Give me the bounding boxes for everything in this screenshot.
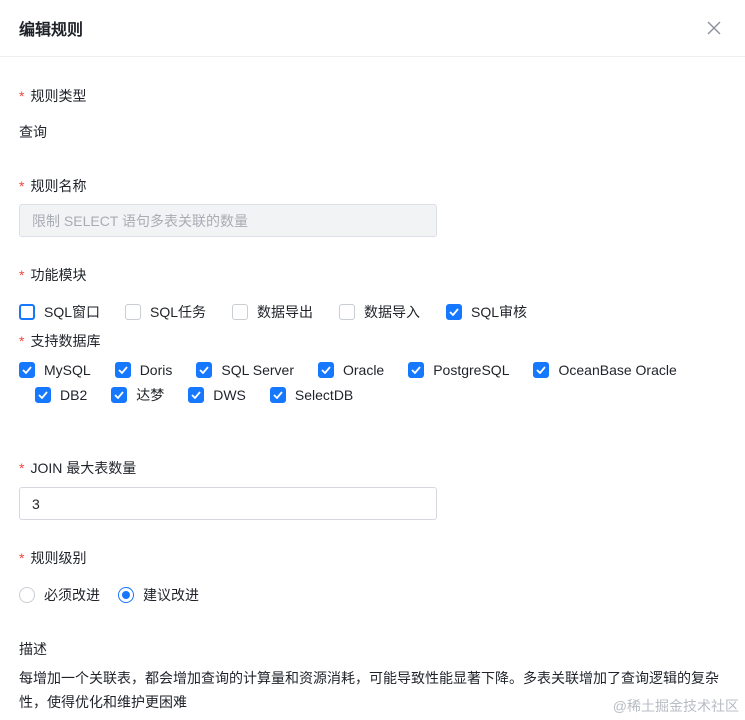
db-checkbox-doris[interactable]: Doris (114, 362, 172, 378)
module-label: * 功能模块 (19, 267, 87, 283)
check-icon[interactable] (533, 362, 550, 378)
checkbox-box[interactable] (232, 304, 249, 320)
db-checkbox-oceanbase-oracle[interactable]: OceanBase Oracle (533, 362, 677, 378)
db-checkbox-dws[interactable]: DWS (188, 387, 246, 403)
level-radio-suggest-improve[interactable]: 建议改进 (118, 585, 199, 605)
rule-name-input: 限制 SELECT 语句多表关联的数量 (19, 204, 437, 237)
module-checkbox-sql-window[interactable]: SQL窗口 (19, 302, 100, 322)
checkbox-box[interactable] (339, 304, 356, 320)
rule-type-label: * 规则类型 (19, 88, 87, 104)
checkbox-box[interactable] (125, 304, 142, 320)
check-icon[interactable] (408, 362, 425, 378)
module-checkbox-data-import[interactable]: 数据导入 (339, 302, 420, 322)
check-icon[interactable] (114, 362, 131, 378)
required-mark: * (19, 178, 25, 194)
rule-name-label: * 规则名称 (19, 178, 87, 194)
checkbox-box[interactable] (19, 304, 35, 320)
rule-type-value: 查询 (19, 124, 47, 140)
db-checkbox-selectdb[interactable]: SelectDB (269, 387, 353, 403)
level-radio-must-improve[interactable]: 必须改进 (19, 585, 100, 605)
db-checkbox-postgresql[interactable]: PostgreSQL (408, 362, 509, 378)
required-mark: * (19, 550, 25, 566)
watermark: @稀土掘金技术社区 (612, 698, 739, 714)
check-icon[interactable] (111, 387, 128, 403)
description-label: 描述 (19, 641, 47, 657)
radio-circle[interactable] (19, 587, 35, 603)
module-checkbox-sql-audit[interactable]: SQL审核 (446, 302, 527, 322)
check-icon[interactable] (188, 387, 205, 403)
database-checkbox-row-1: MySQL Doris SQL Server Oracle PostgreSQL… (19, 362, 739, 378)
check-icon[interactable] (196, 362, 213, 378)
module-checkbox-sql-task[interactable]: SQL任务 (125, 302, 206, 322)
check-icon[interactable] (317, 362, 334, 378)
db-checkbox-dameng[interactable]: 达梦 (111, 385, 164, 405)
required-mark: * (19, 460, 25, 476)
close-icon[interactable] (705, 19, 723, 37)
check-icon[interactable] (446, 304, 463, 320)
dialog-title: 编辑规则 (19, 22, 84, 39)
join-limit-input[interactable]: 3 (19, 487, 437, 520)
radio-circle-selected[interactable] (118, 587, 134, 603)
required-mark: * (19, 88, 25, 104)
level-label: * 规则级别 (19, 550, 87, 566)
db-checkbox-mysql[interactable]: MySQL (19, 362, 91, 378)
module-checkbox-data-export[interactable]: 数据导出 (232, 302, 313, 322)
check-icon[interactable] (19, 362, 35, 378)
dialog-header: 编辑规则 (0, 0, 745, 57)
required-mark: * (19, 267, 25, 283)
database-label: * 支持数据库 (19, 333, 101, 349)
check-icon[interactable] (35, 387, 51, 403)
module-checkbox-group: SQL窗口 SQL任务 数据导出 数据导入 SQL审核 (19, 302, 553, 322)
db-checkbox-oracle[interactable]: Oracle (317, 362, 384, 378)
join-limit-label: * JOIN 最大表数量 (19, 460, 137, 476)
required-mark: * (19, 333, 25, 349)
level-radio-group: 必须改进 建议改进 (19, 585, 217, 605)
check-icon[interactable] (269, 387, 286, 403)
database-checkbox-row-2: DB2 达梦 DWS SelectDB (35, 385, 353, 405)
db-checkbox-db2[interactable]: DB2 (35, 387, 87, 403)
db-checkbox-sql-server[interactable]: SQL Server (196, 362, 294, 378)
